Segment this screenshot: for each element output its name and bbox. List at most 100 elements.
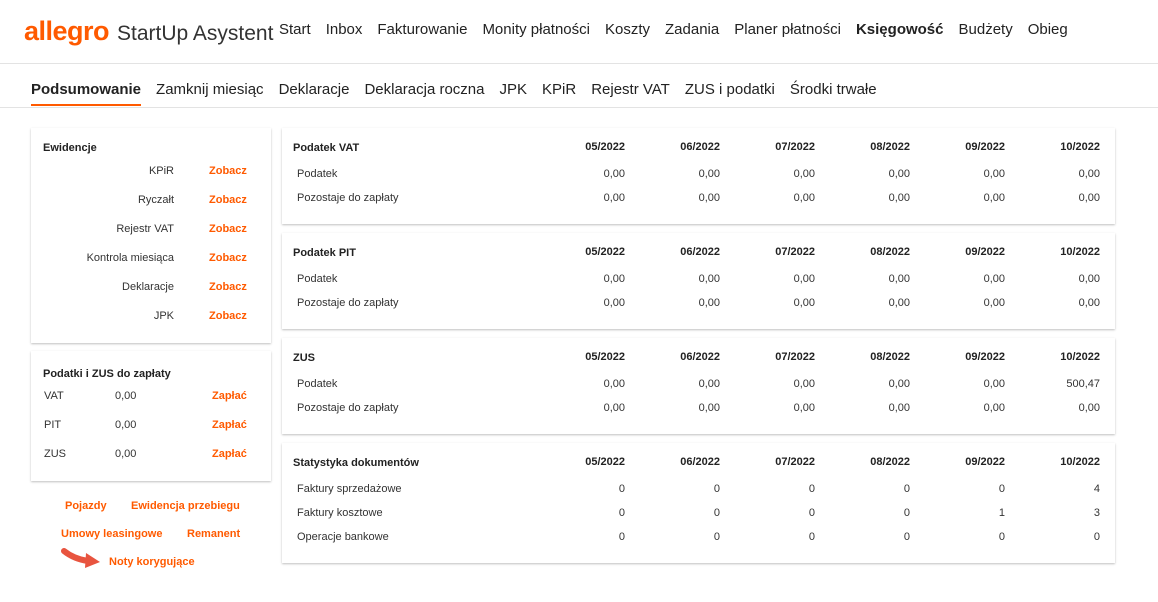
table-cell: 0,00 bbox=[1078, 402, 1100, 414]
month-header: 08/2022 bbox=[870, 141, 910, 153]
table-cell: 0,00 bbox=[603, 378, 625, 390]
table-cell: 0,00 bbox=[793, 192, 815, 204]
nav-item[interactable]: Księgowość bbox=[856, 21, 944, 38]
ewidencja-label: KPiR bbox=[148, 165, 174, 177]
table-cell: 0,00 bbox=[698, 168, 720, 180]
tax-value: 0,00 bbox=[115, 419, 137, 431]
zobacz-link[interactable]: Zobacz bbox=[209, 165, 247, 177]
arrow-icon bbox=[61, 548, 100, 568]
table-cell: 0,00 bbox=[983, 273, 1005, 285]
table-cell: 0,00 bbox=[793, 297, 815, 309]
table-cell: 0,00 bbox=[603, 273, 625, 285]
month-header: 09/2022 bbox=[965, 141, 1005, 153]
zobacz-link[interactable]: Zobacz bbox=[209, 194, 247, 206]
subnav-item[interactable]: Rejestr VAT bbox=[591, 81, 670, 106]
table-cell: 0,00 bbox=[983, 168, 1005, 180]
table-cell: 0,00 bbox=[793, 378, 815, 390]
zaplac-link[interactable]: Zapłać bbox=[212, 390, 247, 402]
table-cell: 0 bbox=[998, 483, 1005, 495]
subnav-item[interactable]: Zamknij miesiąc bbox=[156, 81, 264, 106]
month-header: 06/2022 bbox=[680, 351, 720, 363]
nav-item[interactable]: Fakturowanie bbox=[377, 21, 467, 38]
table-cell: 0 bbox=[808, 507, 815, 519]
umowy-leasingowe-link[interactable]: Umowy leasingowe bbox=[61, 528, 162, 540]
table-cell: 0,00 bbox=[888, 297, 910, 309]
table-title: Statystyka dokumentów bbox=[293, 457, 419, 469]
table-cell: 0,00 bbox=[983, 297, 1005, 309]
table-cell: 0,00 bbox=[888, 402, 910, 414]
product-name: StartUp Asystent bbox=[117, 22, 274, 45]
table-cell: 0 bbox=[1093, 531, 1100, 543]
app-logo[interactable]: allegro StartUp Asystent bbox=[24, 16, 273, 46]
table-cell: 0,00 bbox=[983, 192, 1005, 204]
table-cell: 0 bbox=[618, 531, 625, 543]
zobacz-link[interactable]: Zobacz bbox=[209, 223, 247, 235]
zobacz-link[interactable]: Zobacz bbox=[209, 252, 247, 264]
subnav-divider bbox=[0, 107, 1158, 108]
ewidencja-przebiegu-link[interactable]: Ewidencja przebiegu bbox=[131, 500, 240, 512]
zaplac-link[interactable]: Zapłać bbox=[212, 448, 247, 460]
table-cell: 0,00 bbox=[888, 378, 910, 390]
subnav-item[interactable]: Podsumowanie bbox=[31, 81, 142, 106]
table-title: Podatek PIT bbox=[293, 247, 356, 259]
ewidencje-card: Ewidencje KPiR Zobacz Ryczałt Zobacz Rejestr… bbox=[31, 128, 271, 343]
nav-item[interactable]: Start bbox=[279, 21, 311, 38]
month-header: 10/2022 bbox=[1060, 351, 1100, 363]
zobacz-link[interactable]: Zobacz bbox=[209, 310, 247, 322]
table-cell: 0,00 bbox=[698, 402, 720, 414]
zaplac-link[interactable]: Zapłać bbox=[212, 419, 247, 431]
table-cell: 0 bbox=[713, 531, 720, 543]
table-cell: 0,00 bbox=[983, 402, 1005, 414]
table-cell: 4 bbox=[1093, 483, 1100, 495]
month-header: 09/2022 bbox=[965, 351, 1005, 363]
summary-table: ZUS 05/2022 06/2022 07/2022 08/2022 09/2022 10… bbox=[282, 338, 1115, 434]
ewidencja-label: Deklaracje bbox=[122, 281, 174, 293]
nav-item[interactable]: Planer płatności bbox=[734, 21, 841, 38]
month-header: 06/2022 bbox=[680, 456, 720, 468]
row-label: Pozostaje do zapłaty bbox=[297, 297, 399, 309]
nav-item[interactable]: Inbox bbox=[326, 21, 363, 38]
month-header: 07/2022 bbox=[775, 456, 815, 468]
table-cell: 3 bbox=[1093, 507, 1100, 519]
table-cell: 0,00 bbox=[793, 168, 815, 180]
row-label: Faktury sprzedażowe bbox=[297, 483, 402, 495]
tax-value: 0,00 bbox=[115, 448, 137, 460]
table-cell: 0,00 bbox=[603, 402, 625, 414]
table-cell: 1 bbox=[998, 507, 1005, 519]
ewidencja-label: JPK bbox=[153, 310, 174, 322]
subnav-item[interactable]: JPK bbox=[500, 81, 528, 106]
subnav-item[interactable]: Deklaracje bbox=[279, 81, 350, 106]
zobacz-link[interactable]: Zobacz bbox=[209, 281, 247, 293]
table-cell: 0,00 bbox=[603, 297, 625, 309]
table-cell: 0 bbox=[903, 507, 910, 519]
table-cell: 0,00 bbox=[983, 378, 1005, 390]
nav-item[interactable]: Monity płatności bbox=[482, 21, 590, 38]
table-cell: 0,00 bbox=[1078, 273, 1100, 285]
summary-table: Podatek PIT 05/2022 06/2022 07/2022 08/2022 0… bbox=[282, 233, 1115, 329]
noty-korygujace-link[interactable]: Noty korygujące bbox=[109, 556, 195, 568]
nav-item[interactable]: Koszty bbox=[605, 21, 650, 38]
nav-item[interactable]: Zadania bbox=[665, 21, 719, 38]
table-cell: 0,00 bbox=[698, 378, 720, 390]
brand-logo: allegro bbox=[24, 16, 110, 46]
table-cell: 0,00 bbox=[603, 192, 625, 204]
nav-item[interactable]: Obieg bbox=[1028, 21, 1068, 38]
sub-nav: Podsumowanie Zamknij miesiąc Deklaracje Dek… bbox=[31, 81, 892, 106]
month-header: 08/2022 bbox=[870, 351, 910, 363]
table-cell: 500,47 bbox=[1066, 378, 1100, 390]
table-cell: 0,00 bbox=[1078, 297, 1100, 309]
subnav-item[interactable]: Środki trwałe bbox=[790, 81, 877, 106]
subnav-item[interactable]: Deklaracja roczna bbox=[364, 81, 484, 106]
row-label: Faktury kosztowe bbox=[297, 507, 383, 519]
subnav-item[interactable]: KPiR bbox=[542, 81, 576, 106]
month-header: 07/2022 bbox=[775, 141, 815, 153]
month-header: 05/2022 bbox=[585, 351, 625, 363]
table-cell: 0 bbox=[808, 483, 815, 495]
remanent-link[interactable]: Remanent bbox=[187, 528, 240, 540]
month-header: 09/2022 bbox=[965, 246, 1005, 258]
summary-table: Statystyka dokumentów 05/2022 06/2022 07/20… bbox=[282, 443, 1115, 563]
subnav-item[interactable]: ZUS i podatki bbox=[685, 81, 775, 106]
ewidencja-label: Ryczałt bbox=[137, 194, 174, 206]
pojazdy-link[interactable]: Pojazdy bbox=[65, 500, 107, 512]
nav-item[interactable]: Budżety bbox=[959, 21, 1013, 38]
